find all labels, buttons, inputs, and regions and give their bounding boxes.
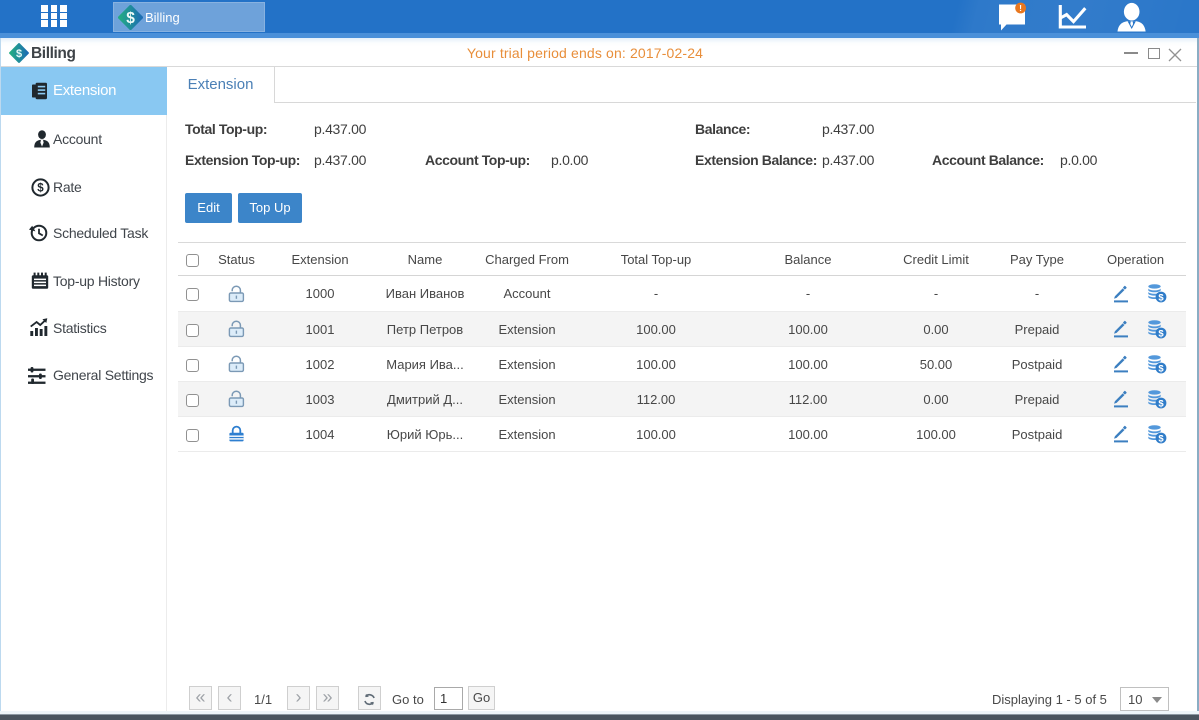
svg-text:$: $	[1158, 363, 1164, 374]
svg-text:!: !	[1019, 3, 1022, 13]
svg-text:$: $	[1158, 398, 1164, 409]
svg-text:$: $	[126, 10, 135, 27]
svg-text:$: $	[1158, 292, 1164, 303]
svg-text:$: $	[1158, 328, 1164, 339]
svg-text:$: $	[37, 182, 44, 194]
svg-text:$: $	[1158, 433, 1164, 444]
